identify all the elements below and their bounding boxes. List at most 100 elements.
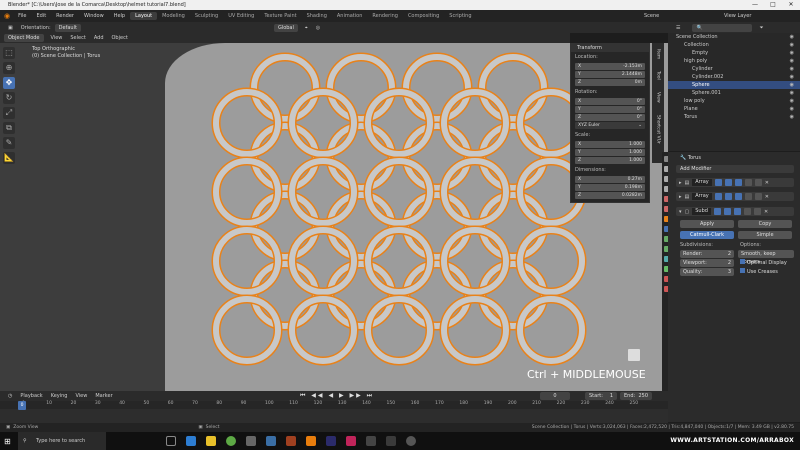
- edge-icon[interactable]: [186, 436, 196, 446]
- windows-start-icon[interactable]: ⊞: [4, 437, 11, 446]
- snap-icon[interactable]: ⌖: [301, 25, 312, 31]
- quality-field[interactable]: Quality: 3: [680, 268, 734, 276]
- tab-item[interactable]: Item: [656, 49, 661, 59]
- viewport-levels-field[interactable]: Viewport: 2: [680, 259, 734, 267]
- measure-tool-icon[interactable]: 📐: [3, 152, 15, 164]
- outliner-row[interactable]: Scene Collection ◉: [668, 33, 800, 41]
- outliner-row[interactable]: Collection ◉: [668, 41, 800, 49]
- menu-edit[interactable]: Edit: [31, 13, 51, 19]
- move-tool-icon[interactable]: ✥: [3, 77, 15, 89]
- steam-icon[interactable]: [366, 436, 376, 446]
- outliner-type-icon[interactable]: ☰: [672, 25, 684, 31]
- menu-help[interactable]: Help: [109, 13, 130, 19]
- rotation-y-field[interactable]: Y 0°: [575, 106, 645, 113]
- cursor-tool-icon[interactable]: ⊕: [3, 62, 15, 74]
- scene-selector[interactable]: Scene: [640, 13, 663, 19]
- tab-modeling[interactable]: Modeling: [157, 12, 190, 20]
- outliner-row[interactable]: Torus ◉: [668, 113, 800, 121]
- file-explorer-icon[interactable]: [206, 436, 216, 446]
- location-y-field[interactable]: Y 2.1448m: [575, 71, 645, 78]
- simple-button[interactable]: Simple: [738, 231, 792, 239]
- transform-header[interactable]: Transform: [571, 44, 649, 52]
- tab-animation[interactable]: Animation: [332, 12, 368, 20]
- optimal-display-checkbox[interactable]: Optimal Display: [740, 259, 787, 267]
- outliner-item-name[interactable]: Empty: [692, 49, 708, 57]
- eye-icon[interactable]: ◉: [790, 89, 794, 97]
- outliner-row[interactable]: Cylinder.002 ◉: [668, 73, 800, 81]
- menu-window[interactable]: Window: [79, 13, 109, 19]
- modifier-name[interactable]: Array: [692, 179, 712, 186]
- eye-icon[interactable]: ◉: [790, 113, 794, 121]
- move-up-icon[interactable]: [744, 193, 752, 200]
- outliner-item-name[interactable]: Plane: [684, 105, 698, 113]
- outliner-item-name[interactable]: Sphere.001: [692, 89, 721, 97]
- rotation-mode-dropdown[interactable]: XYZ Euler ⌄: [575, 122, 645, 129]
- end-frame-field[interactable]: End: 250: [620, 392, 652, 400]
- dimensions-x-field[interactable]: X 0.27m: [575, 176, 645, 183]
- timeline-ruler[interactable]: 0 10 20 30 40 50 60 70 80 90 100 110 120 130 140 150 160…: [0, 401, 668, 409]
- uv-smooth-dropdown[interactable]: Smooth, keep corners: [738, 250, 794, 265]
- outliner-item-name[interactable]: Collection: [684, 41, 709, 49]
- app-icon[interactable]: [386, 436, 396, 446]
- modifier-subsurf[interactable]: ▾ ▢ Subd ✕: [676, 207, 794, 216]
- menu-file[interactable]: File: [13, 13, 31, 19]
- playback-controls[interactable]: ⏮ ◀◀ ◀ ▶ ▶▶ ⏭: [300, 392, 374, 400]
- 3d-viewport[interactable]: ⬚ ⊕ ✥ ↻ ⤢ ⧉ ✎ 📐 Top Orthographic (0) Sce…: [0, 43, 668, 391]
- playhead[interactable]: 0: [18, 401, 26, 410]
- eye-icon[interactable]: ◉: [790, 41, 794, 49]
- tab-compositing[interactable]: Compositing: [403, 12, 444, 20]
- eye-icon[interactable]: ◉: [790, 97, 794, 105]
- proportional-edit-icon[interactable]: ◎: [312, 25, 324, 31]
- move-down-icon[interactable]: [753, 208, 761, 215]
- tab-rendering[interactable]: Rendering: [367, 12, 403, 20]
- checkbox-icon[interactable]: [740, 259, 745, 264]
- blender-logo-icon[interactable]: ◉: [4, 12, 10, 20]
- tab-view[interactable]: View: [656, 92, 661, 103]
- tab-sculpting[interactable]: Sculpting: [190, 12, 223, 20]
- menu-object[interactable]: Object: [108, 35, 132, 41]
- rotation-x-field[interactable]: X 0°: [575, 98, 645, 105]
- menu-playback[interactable]: Playback: [16, 393, 46, 399]
- timeline-type-icon[interactable]: ◷: [4, 393, 16, 399]
- copy-button[interactable]: Copy: [738, 220, 792, 228]
- location-z-field[interactable]: Z 0m: [575, 79, 645, 86]
- dimensions-y-field[interactable]: Y 0.198m: [575, 184, 645, 191]
- outliner-row[interactable]: high poly ◉: [668, 57, 800, 65]
- app-icon[interactable]: [406, 436, 416, 446]
- eye-icon[interactable]: ◉: [790, 57, 794, 65]
- eye-icon[interactable]: ◉: [790, 105, 794, 113]
- viewport-type-icon[interactable]: ▣: [4, 25, 17, 31]
- app-icon[interactable]: [246, 436, 256, 446]
- eye-icon[interactable]: ◉: [790, 65, 794, 73]
- outliner-row[interactable]: Cylinder ◉: [668, 65, 800, 73]
- expand-icon[interactable]: ▸: [679, 194, 682, 200]
- scale-x-field[interactable]: X 1.000: [575, 141, 645, 148]
- scale-y-field[interactable]: Y 1.000: [575, 149, 645, 156]
- viewport-toggle[interactable]: [724, 179, 732, 186]
- catmull-clark-button[interactable]: Catmull-Clark: [680, 231, 734, 239]
- maximize-button[interactable]: □: [764, 0, 782, 10]
- render-toggle[interactable]: [733, 208, 741, 215]
- checkbox-icon[interactable]: [740, 268, 745, 273]
- view-layer-selector[interactable]: View Layer: [720, 13, 755, 19]
- outliner-row[interactable]: Plane ◉: [668, 105, 800, 113]
- tab-texture-paint[interactable]: Texture Paint: [259, 12, 301, 20]
- outliner-item-name[interactable]: Sphere: [692, 81, 710, 89]
- modifier-array-1[interactable]: ▸ ▤ Array ✕: [676, 178, 794, 187]
- eye-icon[interactable]: ◉: [790, 49, 794, 57]
- current-frame-field[interactable]: 0: [540, 392, 570, 400]
- scale-tool-icon[interactable]: ⤢: [3, 107, 15, 119]
- render-levels-field[interactable]: Render: 2: [680, 250, 734, 258]
- apply-button[interactable]: Apply: [680, 220, 734, 228]
- modifier-name[interactable]: Array: [692, 193, 712, 200]
- select-tool-icon[interactable]: ⬚: [3, 47, 15, 59]
- rotation-z-field[interactable]: Z 0°: [575, 114, 645, 121]
- add-modifier-dropdown[interactable]: Add Modifier: [676, 165, 794, 173]
- outliner-item-name[interactable]: Scene Collection: [676, 33, 718, 41]
- modifier-name[interactable]: Subd: [692, 208, 711, 215]
- move-up-icon[interactable]: [743, 208, 751, 215]
- eye-icon[interactable]: ◉: [790, 33, 794, 41]
- menu-timeline-view[interactable]: View: [71, 393, 91, 399]
- rotate-tool-icon[interactable]: ↻: [3, 92, 15, 104]
- menu-add[interactable]: Add: [90, 35, 108, 41]
